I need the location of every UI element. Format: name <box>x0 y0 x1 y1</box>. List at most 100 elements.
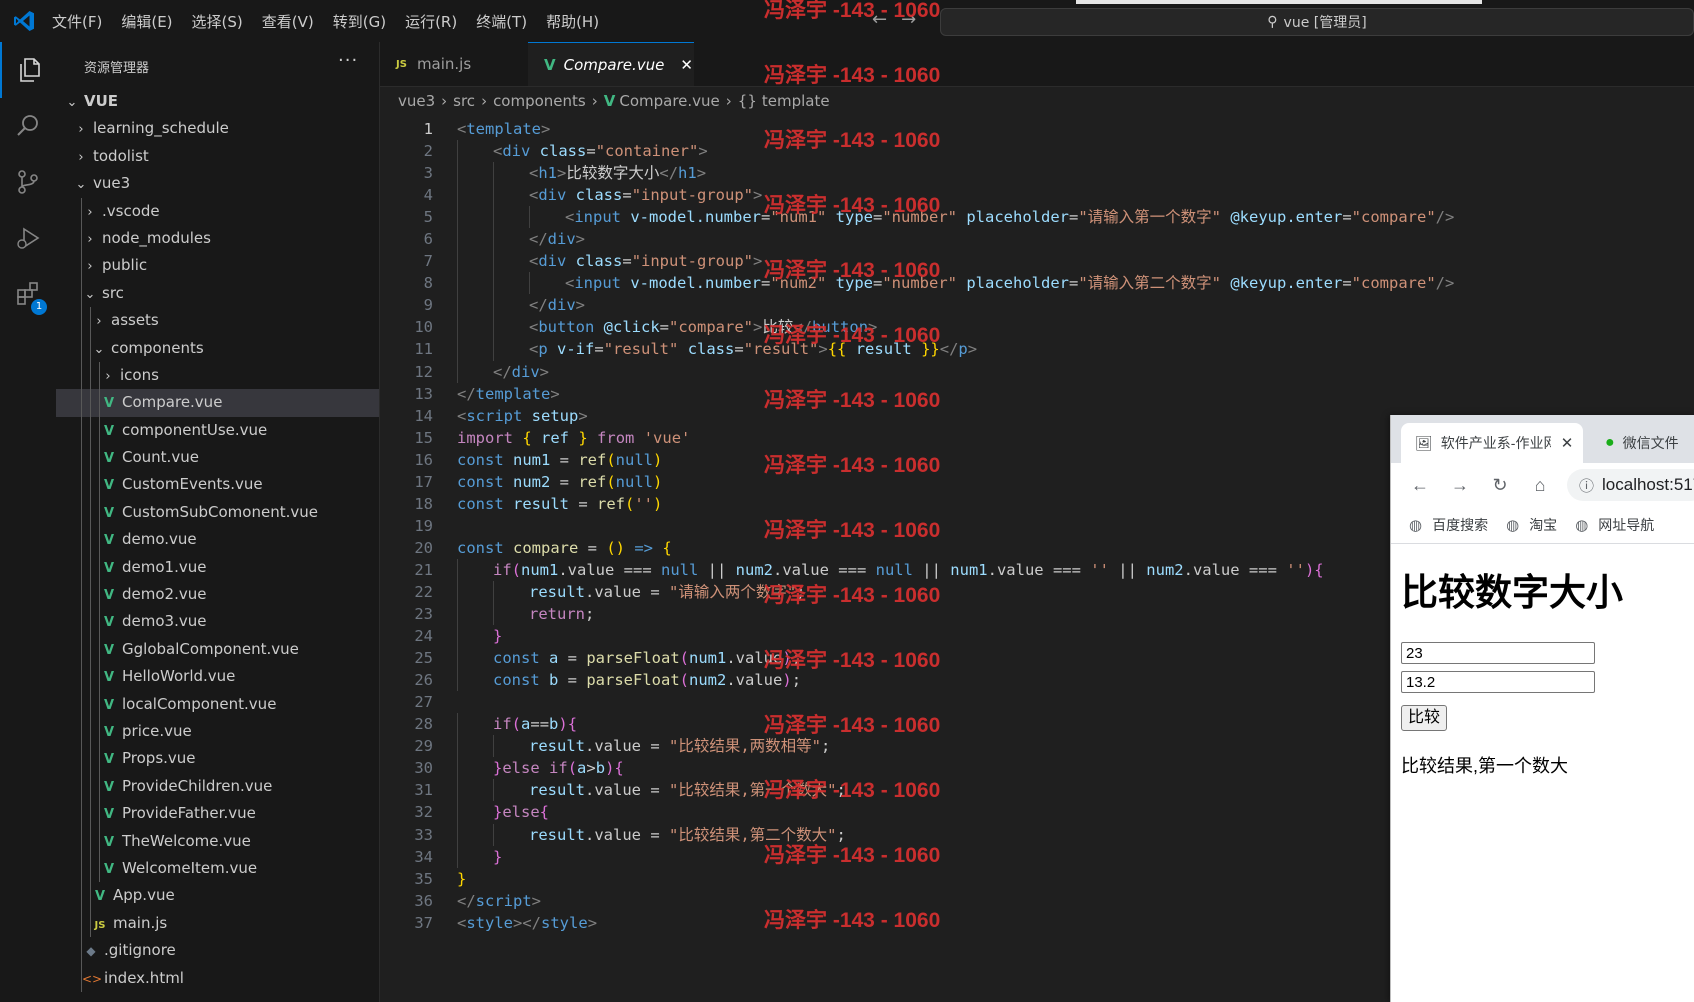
menu-item[interactable]: 查看(V) <box>262 11 314 32</box>
code-text: </script> <box>457 890 541 912</box>
tab-compare-vue[interactable]: V Compare.vue ✕ <box>528 42 694 86</box>
tree-file[interactable]: V TheWelcome.vue <box>56 827 379 855</box>
menu-item[interactable]: 选择(S) <box>192 11 243 32</box>
more-actions-icon[interactable]: ··· <box>338 50 358 71</box>
breadcrumb-item[interactable]: src <box>453 92 475 110</box>
explorer-activity[interactable] <box>0 42 58 98</box>
bookmark-item[interactable]: ◍ 百度搜索 <box>1409 515 1488 535</box>
line-number: 30 <box>414 759 433 778</box>
tree-file[interactable]: Vdemo3.vue <box>56 608 379 636</box>
tree-folder[interactable]: › node_modules <box>56 224 379 253</box>
tree-file[interactable]: Vprice.vue <box>56 717 379 746</box>
code-token: </ <box>457 384 476 403</box>
close-icon[interactable]: ✕ <box>1561 434 1574 452</box>
forward-arrow-icon[interactable]: → <box>901 9 916 30</box>
tree-file[interactable]: V GglobalComponent.vue <box>56 635 379 664</box>
page-content: 比较数字大小 23 13.2 比较 比较结果,第一个数大 <box>1391 544 1694 1002</box>
source-control-activity[interactable] <box>0 154 56 210</box>
indent-guide <box>81 444 82 472</box>
forward-arrow-icon[interactable]: → <box>1449 475 1471 496</box>
tree-folder[interactable]: › .vscode <box>56 197 379 225</box>
back-arrow-icon[interactable]: ← <box>1409 475 1431 496</box>
reload-icon[interactable]: ↻ <box>1489 475 1511 496</box>
tree-folder[interactable]: › assets <box>56 307 379 335</box>
tree-file[interactable]: V App.vue <box>56 882 379 910</box>
tree-file[interactable]: V CustomEvents.vue <box>56 471 379 499</box>
search-activity[interactable] <box>0 98 56 154</box>
indent-guide <box>99 444 100 472</box>
close-icon[interactable]: ✕ <box>680 56 693 74</box>
code-token: { <box>662 538 672 557</box>
compare-button[interactable]: 比较 <box>1401 705 1448 731</box>
code-token: null <box>615 472 653 491</box>
indent-guide <box>81 827 82 855</box>
breadcrumb-item[interactable]: components <box>493 92 586 110</box>
indent-guide <box>99 745 100 773</box>
home-icon[interactable]: ⌂ <box>1529 475 1551 496</box>
indent-guide <box>81 608 82 636</box>
menu-item[interactable]: 文件(F) <box>52 11 102 32</box>
tree-file[interactable]: V CustomSubComonent.vue <box>56 498 379 527</box>
tree-file[interactable]: Vdemo.vue <box>56 526 379 554</box>
second-number-input[interactable]: 13.2 <box>1401 671 1595 693</box>
tree-folder[interactable]: ⌄ VUE <box>56 88 379 115</box>
tree-file[interactable]: V Props.vue <box>56 745 379 773</box>
breadcrumb-item[interactable]: template <box>762 92 830 110</box>
code-token: { <box>567 715 578 734</box>
indent-guide <box>90 334 91 362</box>
tree-folder[interactable]: ⌄ vue3 <box>56 170 379 197</box>
address-bar[interactable]: ⓘ localhost:5173 <box>1567 469 1694 501</box>
indent-guide <box>457 184 458 207</box>
tree-file[interactable]: VlocalComponent.vue <box>56 690 379 718</box>
tree-file[interactable]: V HelloWorld.vue <box>56 663 379 691</box>
indent-guide <box>493 823 494 846</box>
menu-item[interactable]: 帮助(H) <box>546 11 599 32</box>
tree-folder[interactable]: › public <box>56 252 379 280</box>
line-number: 35 <box>414 869 433 888</box>
code-token: div <box>547 296 576 315</box>
tree-file[interactable]: <> index.html <box>56 964 379 992</box>
indent-guide <box>81 690 82 718</box>
tree-file[interactable]: JS main.js <box>56 909 379 938</box>
code-token: () <box>606 538 625 557</box>
tree-file[interactable]: ◆ .gitignore <box>56 937 379 965</box>
tree-file[interactable]: Vdemo1.vue <box>56 553 379 582</box>
tree-folder[interactable]: › learning_schedule <box>56 115 379 142</box>
tree-folder[interactable]: ⌄ components <box>56 334 379 362</box>
tree-folder[interactable]: ⌄ src <box>56 279 379 308</box>
tree-file[interactable]: VcomponentUse.vue <box>56 416 379 445</box>
indent-guide <box>493 206 494 229</box>
tree-file[interactable]: V WelcomeItem.vue <box>56 854 379 883</box>
bookmark-item[interactable]: ◍ 网址导航 <box>1575 515 1654 535</box>
run-debug-activity[interactable] <box>0 210 56 266</box>
command-center-search[interactable]: ⚲ vue [管理员] <box>940 8 1694 36</box>
browser-tab-wechat[interactable]: ● 微信文件 <box>1605 423 1679 463</box>
tree-folder[interactable]: › icons <box>56 361 379 390</box>
tab-main-js[interactable]: JS main.js <box>380 42 528 86</box>
tree-file[interactable]: V Compare.vue <box>56 389 379 417</box>
tree-file[interactable]: Vdemo2.vue <box>56 581 379 609</box>
code-token: class <box>687 340 735 359</box>
breadcrumb-item[interactable]: vue3 <box>398 92 435 110</box>
indent-guide <box>457 206 458 229</box>
extensions-activity[interactable]: 1 <box>0 266 56 322</box>
tree-file[interactable]: V Count.vue <box>56 444 379 472</box>
menu-item[interactable]: 转到(G) <box>333 11 386 32</box>
browser-tab-active[interactable]: 🖼 软件产业系-作业网 ✕ <box>1401 423 1583 463</box>
indent-guide <box>90 444 91 472</box>
first-number-input[interactable]: 23 <box>1401 642 1595 664</box>
breadcrumb-item[interactable]: Compare.vue <box>619 92 719 110</box>
code-token: a <box>577 759 587 778</box>
code-token: if <box>549 759 568 778</box>
tree-folder[interactable]: › todolist <box>56 143 379 170</box>
vscode-logo-icon <box>14 11 34 31</box>
tree-file[interactable]: V ProvideFather.vue <box>56 800 379 828</box>
menu-item[interactable]: 运行(R) <box>405 11 457 32</box>
bookmark-item[interactable]: ◍ 淘宝 <box>1506 515 1557 535</box>
code-token: .value <box>726 671 783 690</box>
tree-label: App.vue <box>113 886 175 905</box>
tree-file[interactable]: V ProvideChildren.vue <box>56 772 379 801</box>
menu-item[interactable]: 终端(T) <box>476 11 527 32</box>
menu-item[interactable]: 编辑(E) <box>121 11 172 32</box>
back-arrow-icon[interactable]: ← <box>872 9 887 30</box>
